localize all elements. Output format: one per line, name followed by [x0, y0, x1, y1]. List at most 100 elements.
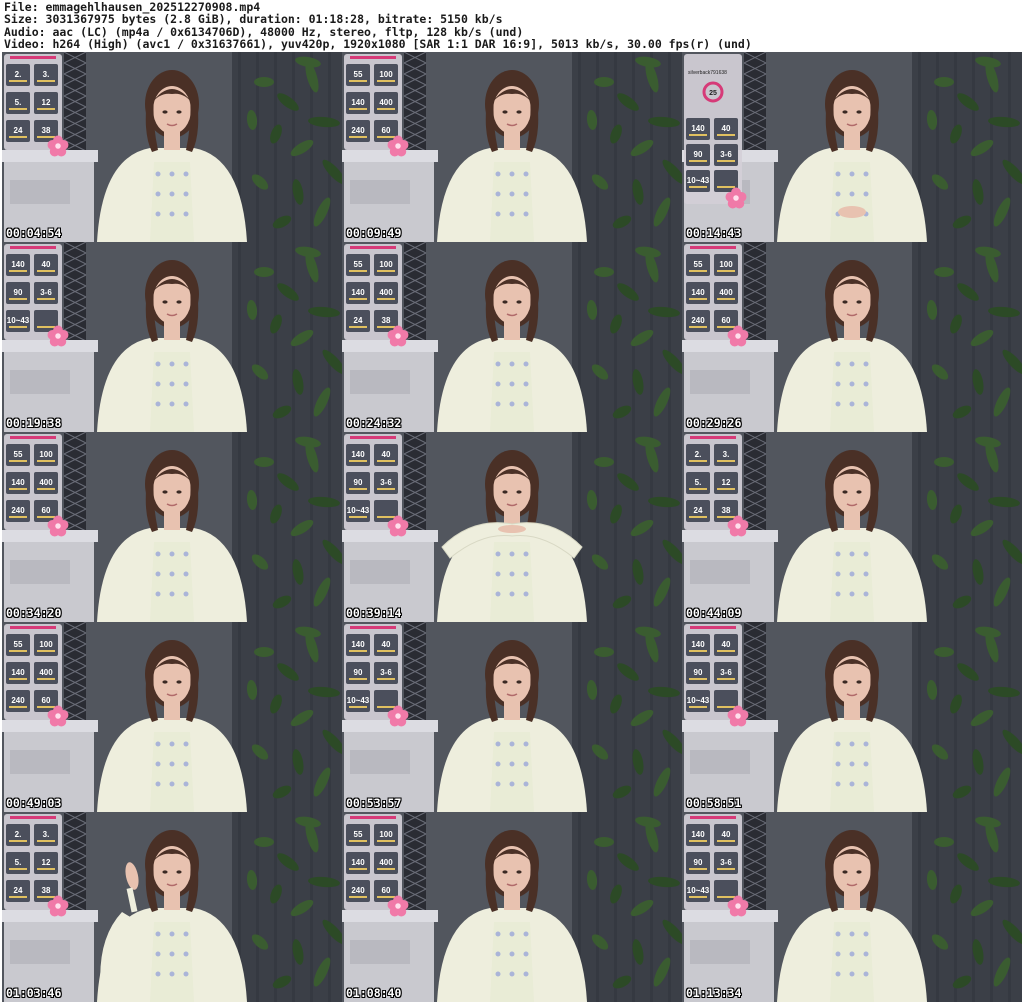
stream-menu-overlay: silverback79163825 140 40 90 3-6 10~43	[684, 54, 747, 209]
overlay-tile-value: 60	[382, 126, 391, 135]
overlay-tile-value: 400	[39, 668, 53, 677]
stream-menu-overlay: 55 100 140 400 240 60	[4, 624, 69, 727]
overlay-tile-value: 55	[354, 70, 363, 79]
overlay-tile-value: 5.	[15, 858, 22, 867]
overlay-tile-value: 90	[14, 288, 23, 297]
video-thumbnail: 140 40 90 3-6 10~43	[682, 812, 1022, 1002]
thumbnail-timestamp: 01:08:40	[346, 986, 402, 1000]
overlay-tile-value: 400	[379, 288, 393, 297]
thumbnail-grid: 2. 3. 5. 12 24 38 00:04:54 55 100 140 40…	[0, 52, 1024, 1002]
overlay-tile-value: 38	[42, 886, 51, 895]
overlay-tile-value: 2.	[15, 70, 22, 79]
overlay-tile-value: 3.	[43, 70, 50, 79]
overlay-tile-value: 90	[694, 858, 703, 867]
overlay-tile-value: 24	[354, 316, 363, 325]
overlay-tile-value: 240	[11, 506, 25, 515]
overlay-tile-value: 2.	[15, 830, 22, 839]
thumbnail-timestamp: 00:34:20	[6, 606, 62, 620]
video-thumbnail: 55 100 140 400 240 60	[2, 432, 342, 622]
overlay-tile-value: 240	[11, 696, 25, 705]
thumbnail-timestamp: 00:24:32	[346, 416, 402, 430]
stream-menu-overlay: 55 100 140 400 240 60	[344, 814, 409, 917]
overlay-tile-value: 38	[42, 126, 51, 135]
overlay-tile-value: 10~43	[687, 886, 710, 895]
overlay-tile-value: 55	[14, 450, 23, 459]
overlay-tile-value: 140	[691, 640, 705, 649]
overlay-tile-value: 400	[379, 858, 393, 867]
overlay-tile-value: 24	[14, 886, 23, 895]
overlay-tile-value: 90	[354, 478, 363, 487]
overlay-tile-value: 100	[379, 260, 393, 269]
overlay-tile-value: 140	[351, 450, 365, 459]
video-thumbnail: silverback791638 25 140 40 90 3-6 10~43 …	[682, 52, 1022, 242]
thumbnail-timestamp: 00:53:57	[346, 796, 402, 810]
overlay-tile-value: 60	[42, 506, 51, 515]
overlay-tile-value: 140	[691, 288, 705, 297]
overlay-tile-value: 10~43	[687, 696, 710, 705]
overlay-tile-value: 12	[42, 98, 51, 107]
video-thumbnail: 55 100 140 400 240 60	[342, 812, 682, 1002]
stream-menu-overlay: 55 100 140 400 240 60	[684, 244, 749, 347]
overlay-tile-value: 60	[382, 886, 391, 895]
thumbnail-timestamp: 00:19:38	[6, 416, 62, 430]
overlay-tile-value: 3-6	[720, 668, 732, 677]
overlay-tile-value: 90	[694, 150, 703, 159]
overlay-tile-value: 90	[354, 668, 363, 677]
video-thumbnail: 140 40 90 3-6 10~43	[342, 432, 682, 622]
thumbnail-timestamp: 00:04:54	[6, 226, 62, 240]
overlay-tile-value: 240	[351, 886, 365, 895]
overlay-tile-value: 3-6	[380, 668, 392, 677]
stream-menu-overlay: 140 40 90 3-6 10~43	[344, 434, 409, 537]
lattice-shelf	[743, 52, 767, 163]
overlay-tile-value: 12	[722, 478, 731, 487]
overlay-tile-value: 100	[719, 260, 733, 269]
video-thumbnail: 140 40 90 3-6 10~43	[342, 622, 682, 812]
stream-menu-overlay: 55 100 140 400 240 60	[4, 434, 69, 537]
overlay-username: silverback791638	[688, 70, 727, 76]
overlay-tile-value: 38	[382, 316, 391, 325]
overlay-tile-value: 240	[691, 316, 705, 325]
overlay-tile-value: 140	[351, 858, 365, 867]
overlay-tile-value: 100	[39, 450, 53, 459]
overlay-tile-value: 140	[351, 288, 365, 297]
overlay-tile-value: 90	[694, 668, 703, 677]
video-thumbnail: 2. 3. 5. 12 24 38	[2, 52, 342, 242]
overlay-tile-value: 10~43	[347, 696, 370, 705]
video-line: Video: h264 (High) (avc1 / 0x31637661), …	[4, 37, 752, 52]
stream-menu-overlay: 2. 3. 5. 12 24 38	[4, 814, 69, 917]
overlay-tile-value: 40	[42, 260, 51, 269]
thumbnail-timestamp: 00:29:26	[686, 416, 742, 430]
thumbnail-timestamp: 00:09:49	[346, 226, 402, 240]
overlay-tile-value: 3-6	[720, 858, 732, 867]
overlay-tile-value: 400	[719, 288, 733, 297]
overlay-tile-value: 60	[722, 316, 731, 325]
stream-menu-overlay: 2. 3. 5. 12 24 38	[684, 434, 749, 537]
overlay-badge: 25	[709, 90, 717, 97]
overlay-tile-value: 38	[722, 506, 731, 515]
stream-menu-overlay: 140 40 90 3-6 10~43	[684, 814, 749, 917]
overlay-tile-value: 40	[382, 640, 391, 649]
overlay-tile-value: 55	[354, 260, 363, 269]
overlay-tile-value: 140	[691, 124, 705, 133]
overlay-tile-value: 140	[11, 260, 25, 269]
video-thumbnail: 140 40 90 3-6 10~43	[682, 622, 1022, 812]
overlay-tile-value: 10~43	[687, 176, 710, 185]
stream-menu-overlay: 140 40 90 3-6 10~43	[4, 244, 69, 347]
overlay-tile-value: 40	[722, 640, 731, 649]
overlay-tile-value: 55	[354, 830, 363, 839]
video-thumbnail: 2. 3. 5. 12 24 38	[2, 812, 342, 1002]
thumbnail-timestamp: 01:03:46	[6, 986, 62, 1000]
overlay-tile-value: 12	[42, 858, 51, 867]
overlay-tile-value: 55	[14, 640, 23, 649]
overlay-tile-value: 5.	[695, 478, 702, 487]
video-thumbnail: 140 40 90 3-6 10~43	[2, 242, 342, 432]
overlay-tile-value: 140	[351, 98, 365, 107]
overlay-tile-value: 400	[379, 98, 393, 107]
overlay-tile-value: 60	[42, 696, 51, 705]
thumbnail-timestamp: 00:58:51	[686, 796, 742, 810]
stream-menu-overlay: 140 40 90 3-6 10~43	[684, 624, 749, 727]
overlay-tile-value: 24	[14, 126, 23, 135]
overlay-tile-value: 400	[39, 478, 53, 487]
overlay-tile-value: 2.	[695, 450, 702, 459]
size-line: Size: 3031367975 bytes (2.8 GiB), durati…	[4, 12, 503, 27]
